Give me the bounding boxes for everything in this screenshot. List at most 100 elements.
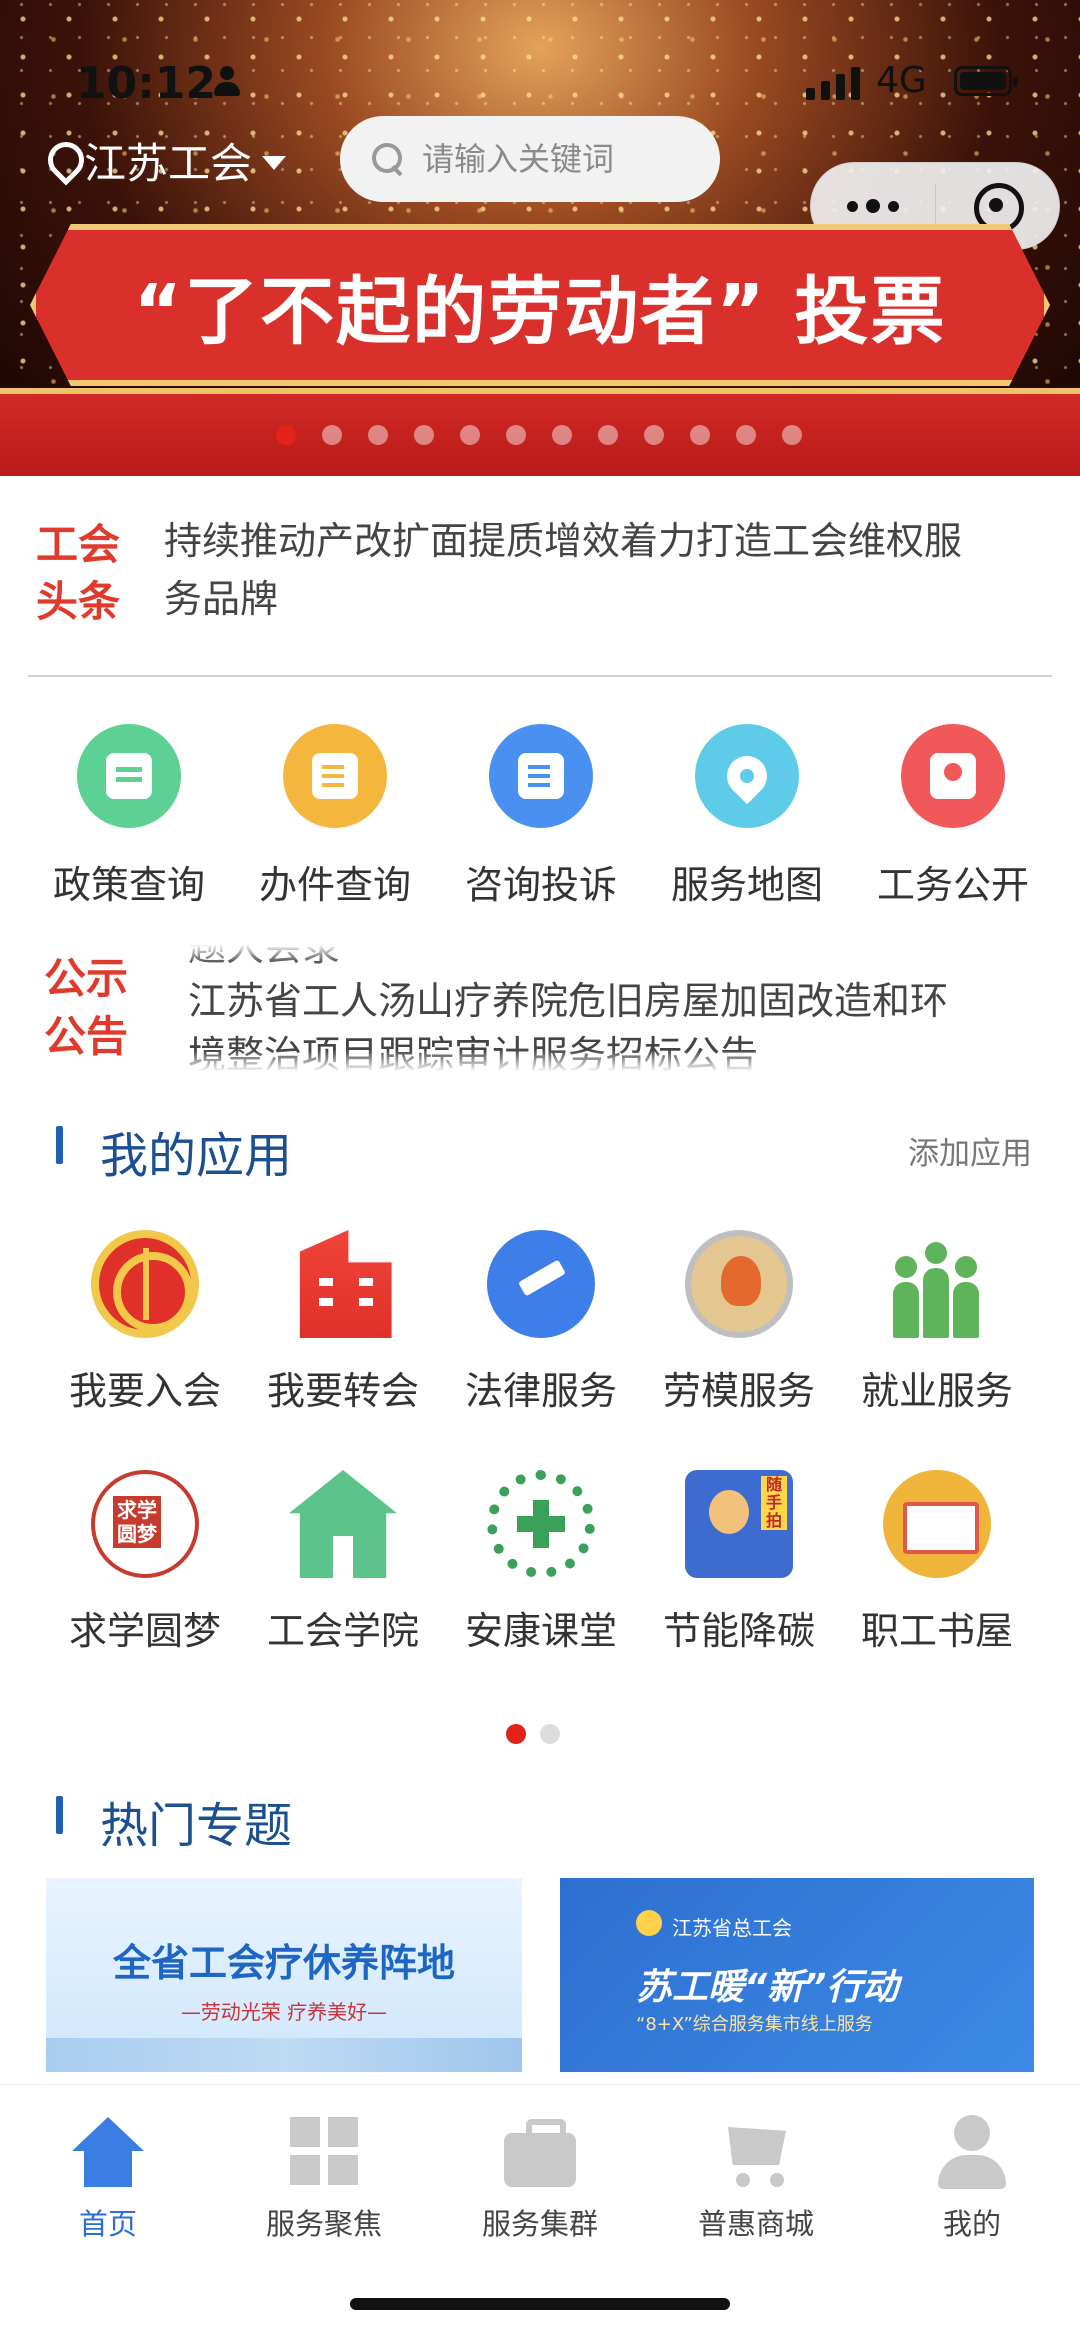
- app-item[interactable]: 劳模服务: [634, 1230, 844, 1415]
- page-dot[interactable]: [506, 1724, 526, 1744]
- app-item[interactable]: 我要入会: [40, 1230, 250, 1415]
- topic-card-sanatorium[interactable]: 全省工会疗休养阵地 —劳动光荣 疗养美好—: [46, 1878, 522, 2072]
- document-edit-icon: [489, 724, 593, 828]
- app-item[interactable]: 求学 圆梦: [40, 1470, 250, 1655]
- app-item[interactable]: 法律服务: [436, 1230, 646, 1415]
- notice-tag: 公示公告: [44, 954, 129, 1061]
- search-input[interactable]: [422, 140, 712, 178]
- quick-service-label: 办件查询: [258, 863, 411, 907]
- headline-tag: 工会头条: [36, 520, 121, 626]
- tab-label: 首页: [78, 2207, 137, 2241]
- tab-item[interactable]: 首页: [0, 2115, 216, 2243]
- search-icon: [370, 141, 406, 177]
- app-label: 安康课堂: [464, 1609, 617, 1653]
- carousel-dot[interactable]: [414, 425, 434, 445]
- section-bar: [56, 1126, 63, 1164]
- quick-service-item[interactable]: 服务地图: [644, 724, 850, 909]
- quick-service-label: 服务地图: [670, 863, 823, 907]
- topic-subtitle: “8+X”综合服务集市线上服务: [636, 2014, 873, 2035]
- carousel-dot[interactable]: [598, 425, 618, 445]
- quick-services: 政策查询 办件查询 咨询投诉 服务地图 工务公开: [0, 724, 1080, 924]
- headline-text[interactable]: 持续推动产改扩面提质增效着力打造工会维权服务品牌: [164, 512, 964, 628]
- app-label: 就业服务: [860, 1369, 1013, 1413]
- app-item[interactable]: 职工书屋: [832, 1470, 1042, 1655]
- section-title: 我的应用: [100, 1128, 293, 1184]
- carousel-dot[interactable]: [782, 425, 802, 445]
- carousel-dot[interactable]: [322, 425, 342, 445]
- city-skyline-graphic: [46, 2038, 522, 2072]
- topic-card-warmth-action[interactable]: 江苏省总工会 苏工暖“新”行动 “8+X”综合服务集市线上服务: [560, 1878, 1034, 2072]
- carousel-dot[interactable]: [552, 425, 572, 445]
- banner-pagination: [276, 425, 802, 445]
- cart-icon: [716, 2115, 796, 2191]
- grid-icon: [284, 2115, 364, 2191]
- app-item[interactable]: 我要转会: [238, 1230, 448, 1415]
- banner-carousel[interactable]: 10:12 4G 江苏工会 “了不起的劳动者” 投票: [0, 0, 1080, 476]
- quick-service-label: 咨询投诉: [464, 863, 617, 907]
- building-icon: [299, 1230, 392, 1338]
- tab-item[interactable]: 我的: [864, 2115, 1080, 2243]
- gavel-icon: [487, 1230, 595, 1338]
- topic-title: 苏工暖“新”行动: [636, 1967, 899, 2008]
- topic-org: 江苏省总工会: [672, 1916, 792, 1940]
- topic-subtitle: —劳动光荣 疗养美好—: [180, 2000, 388, 2024]
- app-item[interactable]: 安康课堂: [436, 1470, 646, 1655]
- home-icon: [68, 2115, 148, 2191]
- quick-service-item[interactable]: 咨询投诉: [438, 724, 644, 909]
- app-label: 工会学院: [266, 1609, 419, 1653]
- model-worker-icon: [685, 1230, 793, 1338]
- my-apps-grid: 我要入会 我要转会 法律服务 劳模服务 就业服务求学圆梦 工会学院 安康课堂 节能降碳 职工书屋: [0, 1230, 1080, 1670]
- briefcase-icon: [500, 2115, 580, 2191]
- chat-list-icon: [77, 724, 181, 828]
- apps-pagination: [506, 1724, 560, 1744]
- banner-plaque: “了不起的劳动者” 投票: [30, 224, 1050, 386]
- quick-service-item[interactable]: 工务公开: [850, 724, 1056, 909]
- people-group-icon: [883, 1230, 991, 1338]
- person-icon: [212, 66, 242, 98]
- carousel-dot[interactable]: [460, 425, 480, 445]
- tab-item[interactable]: 服务聚焦: [216, 2115, 432, 2243]
- notice-ticker[interactable]: 公示公告 题大会录 江苏省工人汤山疗养院危旧房屋加固改造和环 境整治项目跟踪审计…: [0, 944, 1080, 1072]
- search-bar[interactable]: [340, 116, 720, 202]
- carousel-dot[interactable]: [644, 425, 664, 445]
- tab-label: 普惠商城: [697, 2207, 814, 2241]
- location-label: 江苏工会: [84, 138, 253, 188]
- app-label: 职工书屋: [860, 1609, 1013, 1653]
- public-document-icon: [901, 724, 1005, 828]
- battery-icon: [954, 66, 1018, 96]
- page-dot[interactable]: [540, 1724, 560, 1744]
- document-search-icon: [283, 724, 387, 828]
- section-bar: [56, 1796, 63, 1834]
- app-item[interactable]: 工会学院: [238, 1470, 448, 1655]
- photo-report-icon: [685, 1470, 793, 1578]
- app-item[interactable]: 就业服务: [832, 1230, 1042, 1415]
- carousel-dot[interactable]: [736, 425, 756, 445]
- headline-news[interactable]: 工会头条 持续推动产改扩面提质增效着力打造工会维权服务品牌: [0, 476, 1080, 679]
- topic-title: 全省工会疗休养阵地: [112, 1941, 455, 1985]
- app-label: 求学圆梦: [68, 1609, 221, 1653]
- app-label: 节能降碳: [662, 1609, 815, 1653]
- app-label: 我要转会: [266, 1369, 419, 1413]
- carousel-dot[interactable]: [690, 425, 710, 445]
- tab-item[interactable]: 服务集群: [432, 2115, 648, 2243]
- tab-item[interactable]: 普惠商城: [648, 2115, 864, 2243]
- quick-service-item[interactable]: 政策查询: [26, 724, 232, 909]
- app-label: 劳模服务: [662, 1369, 815, 1413]
- status-time: 10:12: [76, 58, 217, 109]
- open-book-icon: [883, 1470, 991, 1578]
- add-app-link[interactable]: 添加应用: [908, 1128, 1032, 1173]
- location-selector[interactable]: 江苏工会: [46, 130, 287, 190]
- app-item[interactable]: 节能降碳: [634, 1470, 844, 1655]
- quick-service-label: 政策查询: [52, 863, 205, 907]
- quick-service-item[interactable]: 办件查询: [232, 724, 438, 909]
- tab-label: 服务集群: [481, 2207, 598, 2241]
- home-indicator: [350, 2298, 730, 2310]
- divider: [28, 675, 1052, 677]
- academy-icon: [289, 1470, 397, 1578]
- study-dream-icon: [91, 1470, 199, 1578]
- carousel-dot[interactable]: [368, 425, 388, 445]
- carousel-dot[interactable]: [506, 425, 526, 445]
- quick-service-label: 工务公开: [876, 863, 1029, 907]
- section-title: 热门专题: [100, 1798, 293, 1854]
- carousel-dot[interactable]: [276, 425, 296, 445]
